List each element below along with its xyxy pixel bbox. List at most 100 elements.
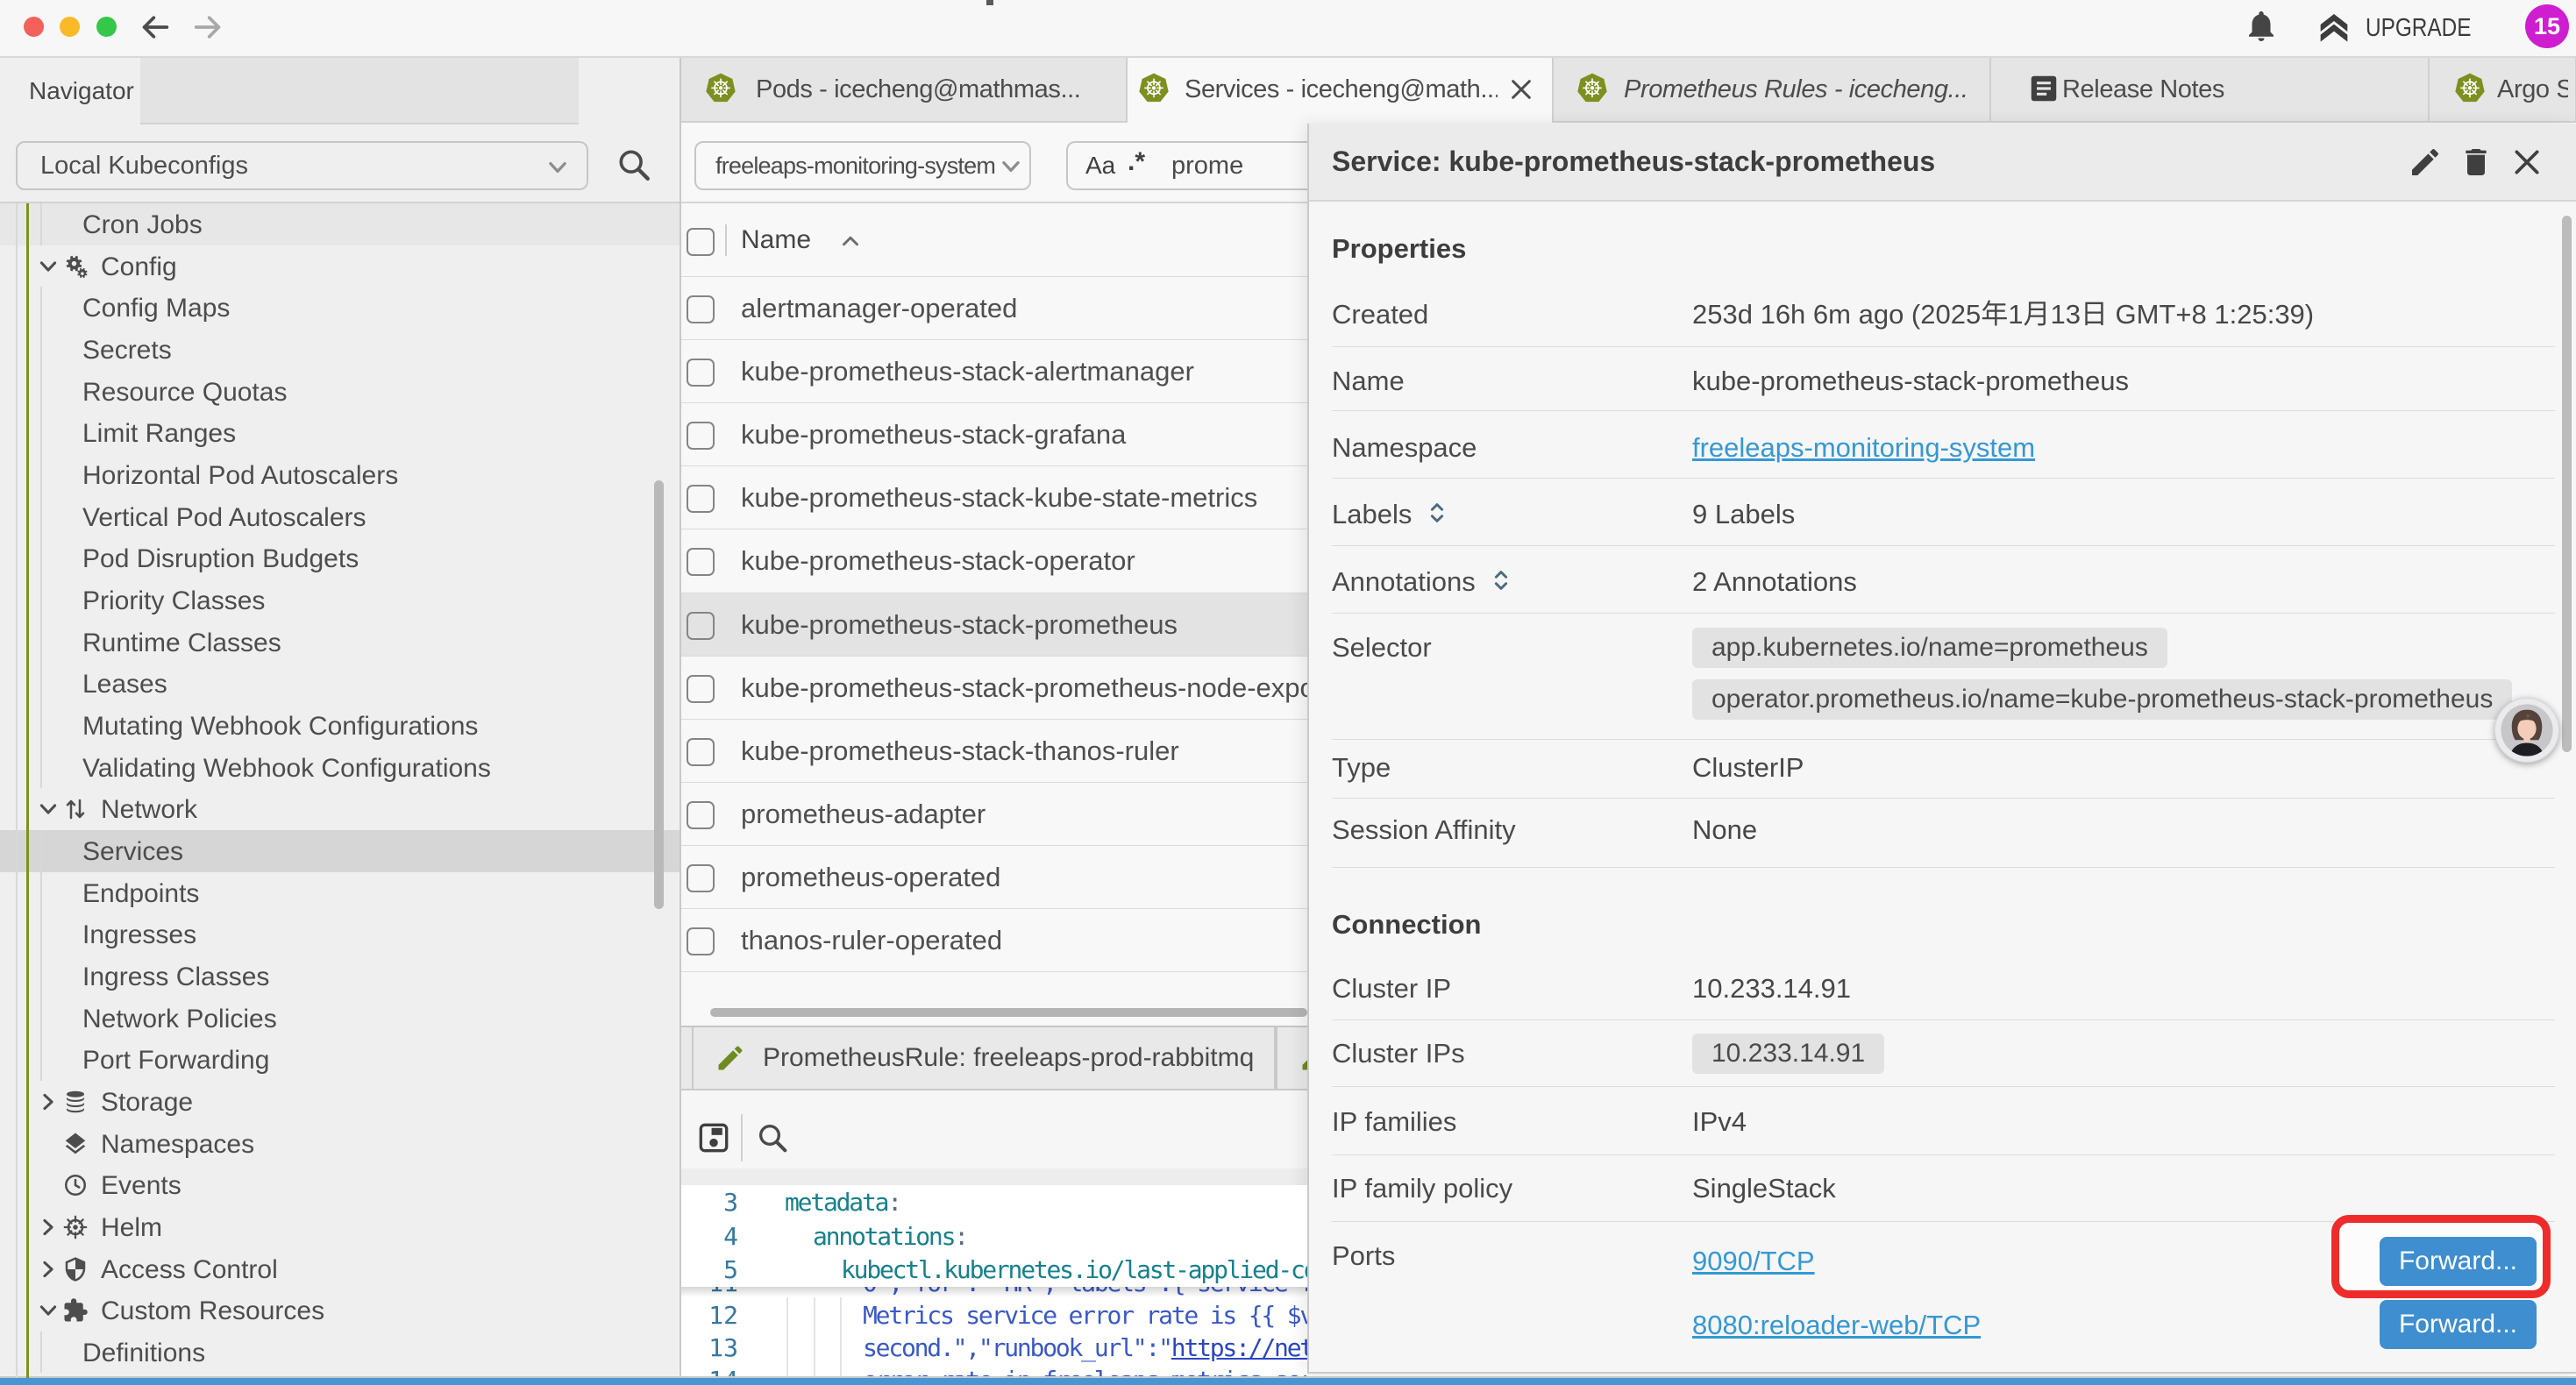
notification-badge[interactable]: 15 — [2525, 4, 2569, 48]
sidebar-item-label: Horizontal Pod Autoscalers — [82, 454, 398, 496]
forward-button[interactable]: Forward... — [2380, 1237, 2537, 1286]
sidebar-item-helm[interactable]: Helm — [0, 1206, 680, 1248]
drawer-scrollbar[interactable] — [2562, 216, 2572, 752]
sidebar-item-config[interactable]: Config — [0, 245, 680, 288]
tab-close-icon[interactable] — [1507, 75, 1535, 103]
tab-release-notes[interactable]: Release Notes — [1991, 58, 2430, 121]
sidebar-search-icon[interactable] — [615, 146, 653, 184]
save-icon[interactable] — [695, 1119, 732, 1156]
table-search-input[interactable]: Aa .* prome — [1066, 141, 1320, 190]
row-checkbox[interactable] — [687, 422, 715, 450]
avatar[interactable] — [2494, 698, 2559, 763]
row-checkbox[interactable] — [687, 927, 715, 955]
tree-child-guide — [40, 203, 42, 245]
sort-icon[interactable] — [1424, 500, 1450, 526]
drawer-row-value: 10.233.14.91 — [1692, 971, 1851, 1006]
namespace-link[interactable]: freeleaps-monitoring-system — [1692, 430, 2035, 465]
sidebar-item-namespaces[interactable]: Namespaces — [0, 1123, 680, 1165]
tab-prometheus-rules-icecheng[interactable]: Prometheus Rules - icecheng... — [1554, 58, 1991, 121]
yaml-editor[interactable]: 3metadata:4annotations:5kubectl.kubernet… — [681, 1185, 1307, 1378]
sidebar-item-leases[interactable]: Leases — [0, 663, 680, 705]
row-checkbox[interactable] — [687, 548, 715, 576]
sidebar-item-label: Mutating Webhook Configurations — [82, 705, 478, 747]
row-checkbox[interactable] — [687, 801, 715, 829]
zoom-window-button[interactable] — [96, 17, 117, 37]
chevron-right-icon[interactable] — [36, 1090, 60, 1114]
row-checkbox[interactable] — [687, 359, 715, 387]
sidebar-item-events[interactable]: Events — [0, 1164, 680, 1206]
chevron-right-icon[interactable] — [36, 1215, 60, 1239]
sidebar-item-vertical-pod-autoscalers[interactable]: Vertical Pod Autoscalers — [0, 496, 680, 538]
dock-tab-prometheusrule-freeleaps-prod-rabbitmq[interactable]: PrometheusRule: freeleaps-prod-rabbitmq — [692, 1027, 1276, 1089]
sidebar-item-ingresses[interactable]: Ingresses — [0, 913, 680, 955]
sidebar-item-limit-ranges[interactable]: Limit Ranges — [0, 412, 680, 454]
sidebar-item-label: Port Forwarding — [82, 1039, 269, 1081]
minimize-window-button[interactable] — [60, 17, 80, 37]
code-line: annotations: — [813, 1220, 967, 1253]
regex-icon[interactable]: .* — [1128, 139, 1145, 185]
sidebar-item-endpoints[interactable]: Endpoints — [0, 872, 680, 914]
sidebar-item-secrets[interactable]: Secrets — [0, 329, 680, 371]
chevron-down-icon[interactable] — [36, 1298, 60, 1323]
sidebar-item-services[interactable]: Services — [0, 830, 680, 872]
sidebar-item-network-policies[interactable]: Network Policies — [0, 998, 680, 1040]
kubeconfig-select[interactable]: Local Kubeconfigs — [16, 141, 588, 190]
edit-icon[interactable] — [2408, 145, 2443, 180]
sidebar-item-label: Vertical Pod Autoscalers — [82, 496, 366, 538]
namespace-select[interactable]: freeleaps-monitoring-system — [694, 141, 1031, 190]
tab-services-icecheng-math[interactable]: Services - icecheng@math... — [1128, 58, 1554, 123]
sidebar-item-label: Events — [101, 1164, 181, 1206]
table-horizontal-scrollbar[interactable] — [710, 1008, 1307, 1017]
sidebar-item-horizontal-pod-autoscalers[interactable]: Horizontal Pod Autoscalers — [0, 454, 680, 496]
code-link[interactable]: https://net — [1171, 1333, 1307, 1362]
sidebar-item-pod-disruption-budgets[interactable]: Pod Disruption Budgets — [0, 537, 680, 579]
sidebar-item-storage[interactable]: Storage — [0, 1081, 680, 1123]
sidebar-item-ingress-classes[interactable]: Ingress Classes — [0, 955, 680, 998]
section-title-properties: Properties — [1332, 231, 1466, 266]
chevron-down-icon[interactable] — [36, 797, 60, 821]
bell-icon[interactable] — [2244, 9, 2279, 44]
service-name-cell: kube-prometheus-stack-prometheus — [741, 593, 1178, 657]
lens-app-window: UPGRADE 15 Navigator Local Kubeconfigs C… — [0, 0, 2576, 1385]
row-checkbox[interactable] — [687, 675, 715, 703]
row-checkbox[interactable] — [687, 295, 715, 323]
sidebar-item-label: Services — [82, 830, 183, 872]
sidebar-item-definitions[interactable]: Definitions — [0, 1332, 680, 1374]
tab-pods-icecheng-mathmas[interactable]: Pods - icecheng@mathmas... — [681, 58, 1128, 121]
sidebar-item-runtime-classes[interactable]: Runtime Classes — [0, 621, 680, 664]
sidebar-item-network[interactable]: Network — [0, 788, 680, 830]
chevron-down-icon[interactable] — [36, 254, 60, 279]
close-window-button[interactable] — [24, 17, 44, 37]
sort-icon[interactable] — [1488, 567, 1514, 593]
row-checkbox[interactable] — [687, 738, 715, 766]
sidebar-item-validating-webhook-configurations[interactable]: Validating Webhook Configurations — [0, 747, 680, 789]
select-all-checkbox[interactable] — [687, 228, 715, 256]
sidebar-item-cron-jobs[interactable]: Cron Jobs — [0, 203, 680, 245]
row-checkbox[interactable] — [687, 612, 715, 640]
tab-argo-se[interactable]: Argo Se — [2430, 58, 2576, 121]
sidebar-item-label: Resource Quotas — [82, 371, 287, 413]
forward-icon[interactable] — [190, 10, 225, 45]
close-icon[interactable] — [2509, 145, 2544, 180]
back-icon[interactable] — [138, 10, 173, 45]
port-link[interactable]: 9090/TCP — [1692, 1244, 1815, 1279]
sidebar-item-config-maps[interactable]: Config Maps — [0, 287, 680, 329]
badge-count: 15 — [2534, 13, 2560, 39]
sidebar-scrollbar[interactable] — [654, 480, 664, 909]
match-case-icon[interactable]: Aa — [1085, 143, 1115, 188]
editor-search-icon[interactable] — [755, 1120, 790, 1155]
row-checkbox[interactable] — [687, 864, 715, 892]
delete-icon[interactable] — [2459, 145, 2494, 180]
sidebar-item-custom-resources[interactable]: Custom Resources — [0, 1289, 680, 1332]
sidebar-item-mutating-webhook-configurations[interactable]: Mutating Webhook Configurations — [0, 705, 680, 747]
chevron-right-icon[interactable] — [36, 1257, 60, 1282]
forward-button[interactable]: Forward... — [2380, 1300, 2537, 1349]
sidebar-item-resource-quotas[interactable]: Resource Quotas — [0, 371, 680, 413]
sidebar-item-priority-classes[interactable]: Priority Classes — [0, 579, 680, 621]
port-link[interactable]: 8080:reloader-web/TCP — [1692, 1308, 1981, 1343]
sort-ascending-icon[interactable] — [837, 228, 864, 254]
row-checkbox[interactable] — [687, 485, 715, 513]
sidebar-item-access-control[interactable]: Access Control — [0, 1248, 680, 1290]
sidebar-item-port-forwarding[interactable]: Port Forwarding — [0, 1039, 680, 1081]
column-header-name[interactable]: Name — [741, 203, 811, 277]
